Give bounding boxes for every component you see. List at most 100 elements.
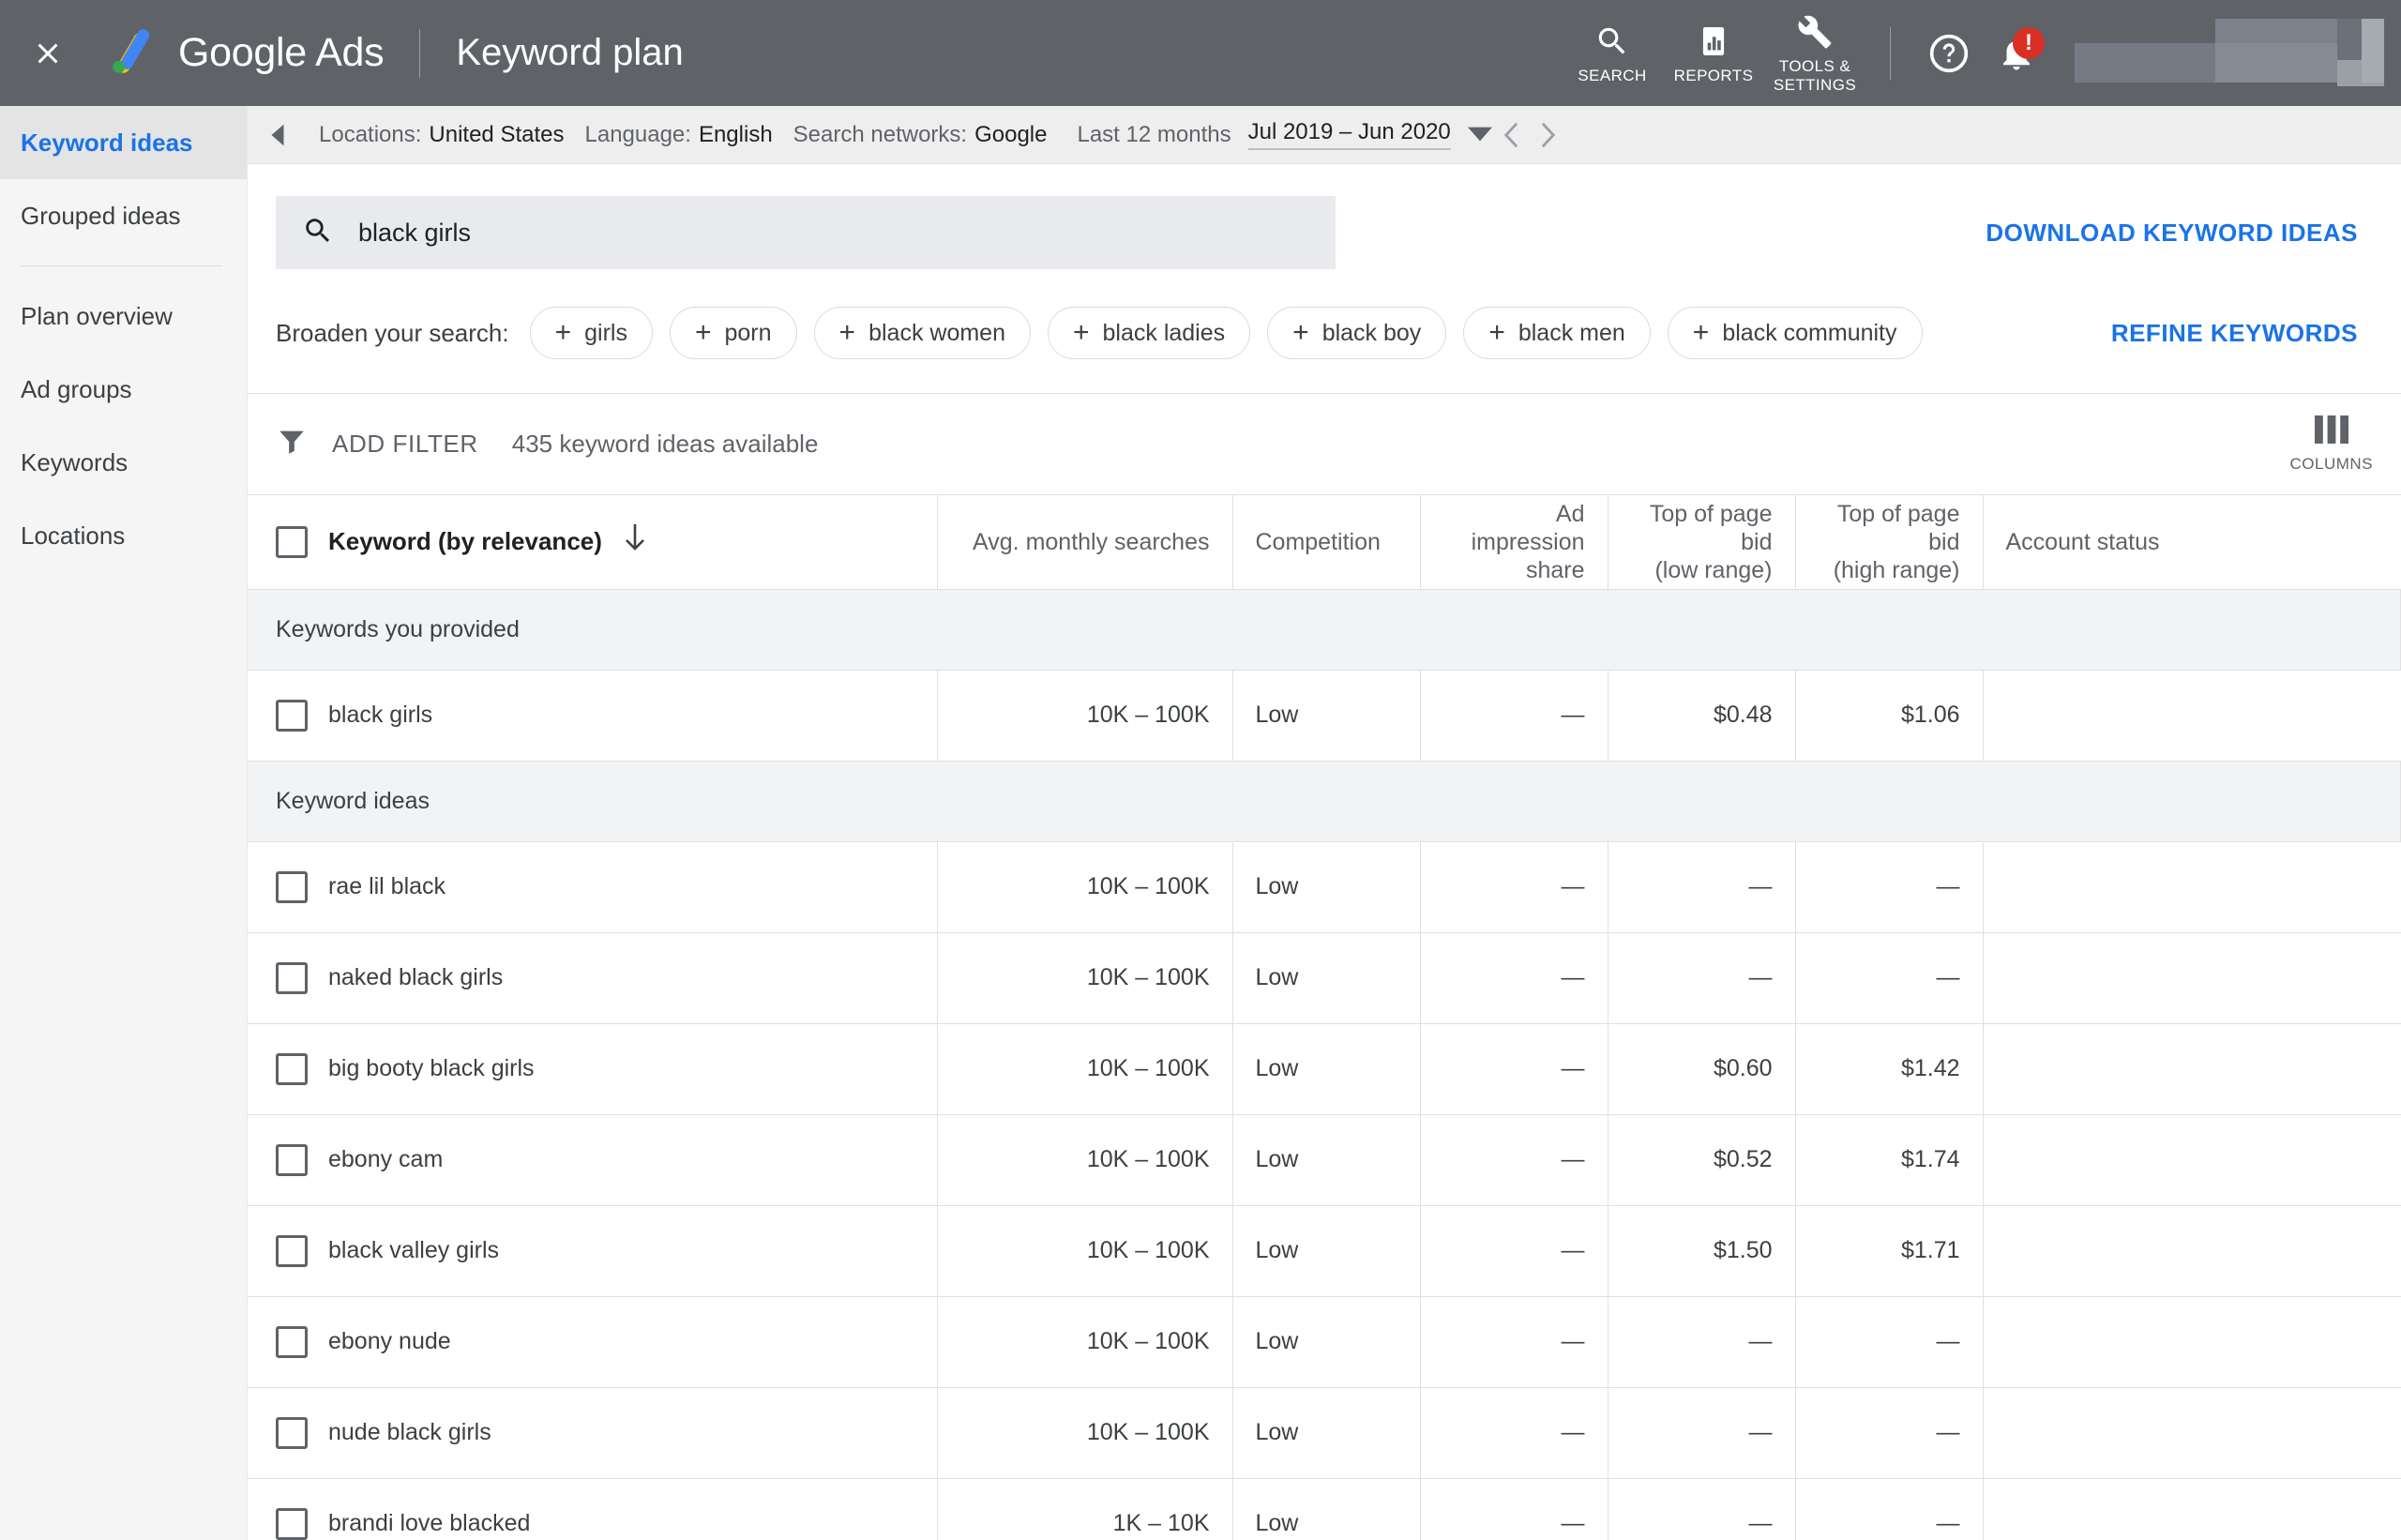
table-row[interactable]: ebony cam 10K – 100K Low — $0.52 $1.74 xyxy=(248,1114,2401,1206)
cell-bid-high: $1.06 xyxy=(1795,670,1984,762)
filter-language[interactable]: Language: English xyxy=(585,122,773,148)
cell-competition: Low xyxy=(1232,1478,1421,1540)
collapse-panel-icon[interactable] xyxy=(257,114,298,156)
column-header-ad-impression-share[interactable]: Ad impression share xyxy=(1420,495,1608,590)
filter-networks-label: Search networks: xyxy=(793,121,968,147)
sidebar-item-keywords[interactable]: Keywords xyxy=(0,426,247,499)
search-button-label: SEARCH xyxy=(1578,66,1647,84)
cell-competition: Low xyxy=(1232,1296,1421,1388)
row-checkbox[interactable] xyxy=(276,870,308,903)
broaden-search-label: Broaden your search: xyxy=(276,318,509,347)
broaden-chip-black-men[interactable]: + black men xyxy=(1463,307,1651,359)
table-row[interactable]: ebony nude 10K – 100K Low — — — xyxy=(248,1296,2401,1388)
filter-date-range[interactable]: Last 12 months Jul 2019 – Jun 2020 xyxy=(1077,119,1492,150)
cell-competition: Low xyxy=(1232,841,1421,933)
date-range-label: Last 12 months xyxy=(1077,121,1231,147)
sidebar-item-label: Keyword ideas xyxy=(21,128,193,157)
row-checkbox[interactable] xyxy=(276,1325,308,1358)
cell-avg-monthly-searches: 10K – 100K xyxy=(937,1205,1233,1297)
columns-button[interactable]: COLUMNS xyxy=(2289,415,2401,474)
table-row[interactable]: nude black girls 10K – 100K Low — — — xyxy=(248,1387,2401,1479)
next-period-icon[interactable] xyxy=(1530,116,1567,154)
cell-bid-high: — xyxy=(1795,932,1984,1024)
column-header-top-of-page-bid-low[interactable]: Top of page bid (low range) xyxy=(1608,495,1796,590)
filter-icon[interactable] xyxy=(276,426,308,462)
row-checkbox[interactable] xyxy=(276,1416,308,1449)
sidebar-item-ad-groups[interactable]: Ad groups xyxy=(0,353,247,426)
row-checkbox[interactable] xyxy=(276,1507,308,1540)
search-input[interactable]: black girls xyxy=(276,196,1336,269)
broaden-chip-girls[interactable]: + girls xyxy=(529,307,653,359)
date-range-value[interactable]: Jul 2019 – Jun 2020 xyxy=(1247,119,1451,150)
group-title: Keyword ideas xyxy=(248,761,2401,842)
row-checkbox[interactable] xyxy=(276,1143,308,1176)
close-icon[interactable] xyxy=(21,26,75,81)
header-line-1: Top of page bid xyxy=(1836,500,1960,555)
cell-ad-impression-share: — xyxy=(1420,1023,1608,1115)
row-checkbox[interactable] xyxy=(276,699,308,732)
cell-ad-impression-share: — xyxy=(1420,1478,1608,1540)
cell-keyword: rae lil black xyxy=(248,841,938,933)
add-filter-button[interactable]: ADD FILTER xyxy=(332,430,478,459)
sidebar-item-keyword-ideas[interactable]: Keyword ideas xyxy=(0,106,247,179)
sidebar-item-plan-overview[interactable]: Plan overview xyxy=(0,279,247,353)
search-button[interactable]: SEARCH xyxy=(1562,22,1663,85)
help-icon xyxy=(1929,34,1969,72)
broaden-chip-porn[interactable]: + porn xyxy=(669,307,797,359)
app-bar: Google Ads Keyword plan SEARCH REPORTS T… xyxy=(0,0,2401,106)
appbar-actions: SEARCH REPORTS TOOLS & SETTINGS ! xyxy=(1562,0,2401,106)
tools-settings-button[interactable]: TOOLS & SETTINGS xyxy=(1764,12,1865,94)
search-icon xyxy=(302,215,334,251)
keyword-ideas-count: 435 keyword ideas available xyxy=(511,430,819,458)
refine-keywords-button[interactable]: REFINE KEYWORDS xyxy=(2111,319,2373,348)
table-row[interactable]: black girls 10K – 100K Low — $0.48 $1.06 xyxy=(248,670,2401,762)
select-all-checkbox[interactable] xyxy=(276,525,308,558)
brand-text: Google Ads xyxy=(178,30,385,75)
header-line-1: Top of page bid xyxy=(1649,500,1773,555)
table-row[interactable]: rae lil black 10K – 100K Low — — — xyxy=(248,841,2401,933)
table-row[interactable]: black valley girls 10K – 100K Low — $1.5… xyxy=(248,1205,2401,1297)
chevron-down-icon[interactable] xyxy=(1467,122,1492,148)
cell-account-status xyxy=(1983,1114,2401,1206)
download-keyword-ideas-button[interactable]: DOWNLOAD KEYWORD IDEAS xyxy=(1986,196,2373,248)
sidebar-item-label: Ad groups xyxy=(21,374,132,403)
sidebar-item-grouped-ideas[interactable]: Grouped ideas xyxy=(0,179,247,252)
broaden-chip-black-women[interactable]: + black women xyxy=(813,307,1031,359)
sidebar-item-locations[interactable]: Locations xyxy=(0,499,247,572)
help-button[interactable] xyxy=(1915,20,1983,87)
cell-keyword: ebony cam xyxy=(248,1114,938,1206)
broaden-chip-black-ladies[interactable]: + black ladies xyxy=(1047,307,1251,359)
filter-search-networks[interactable]: Search networks: Google xyxy=(793,122,1048,148)
group-header-keyword-ideas: Keyword ideas xyxy=(248,761,2401,842)
row-checkbox[interactable] xyxy=(276,961,308,994)
notifications-button[interactable]: ! xyxy=(1983,20,2050,87)
row-checkbox[interactable] xyxy=(276,1234,308,1267)
table-row[interactable]: naked black girls 10K – 100K Low — — — xyxy=(248,932,2401,1024)
table-row[interactable]: brandi love blacked 1K – 10K Low — — — xyxy=(248,1478,2401,1540)
cell-bid-high: — xyxy=(1795,1478,1984,1540)
filter-locations[interactable]: Locations: United States xyxy=(319,122,565,148)
keyword-text: naked black girls xyxy=(328,964,504,990)
sidebar-item-label: Grouped ideas xyxy=(21,201,181,230)
filter-language-label: Language: xyxy=(584,121,691,147)
column-header-avg-monthly-searches[interactable]: Avg. monthly searches xyxy=(937,495,1233,590)
chip-label: black ladies xyxy=(1102,319,1226,346)
cell-ad-impression-share: — xyxy=(1420,670,1608,762)
sort-descending-icon[interactable] xyxy=(623,524,647,559)
broaden-chip-black-boy[interactable]: + black boy xyxy=(1267,307,1447,359)
column-header-competition[interactable]: Competition xyxy=(1232,495,1421,590)
chip-label: black men xyxy=(1518,319,1625,346)
broaden-chip-black-community[interactable]: + black community xyxy=(1667,307,1923,359)
cell-avg-monthly-searches: 10K – 100K xyxy=(937,932,1233,1024)
cell-account-status xyxy=(1983,1205,2401,1297)
column-header-keyword[interactable]: Keyword (by relevance) xyxy=(248,495,938,590)
keyword-text: brandi love blacked xyxy=(328,1510,531,1536)
table-row[interactable]: big booty black girls 10K – 100K Low — $… xyxy=(248,1023,2401,1115)
account-info-redacted[interactable] xyxy=(2075,18,2384,88)
row-checkbox[interactable] xyxy=(276,1052,308,1085)
cell-account-status xyxy=(1983,1387,2401,1479)
previous-period-icon[interactable] xyxy=(1492,116,1530,154)
column-header-account-status[interactable]: Account status xyxy=(1983,495,2401,590)
column-header-top-of-page-bid-high[interactable]: Top of page bid (high range) xyxy=(1795,495,1984,590)
reports-button[interactable]: REPORTS xyxy=(1663,22,1764,85)
